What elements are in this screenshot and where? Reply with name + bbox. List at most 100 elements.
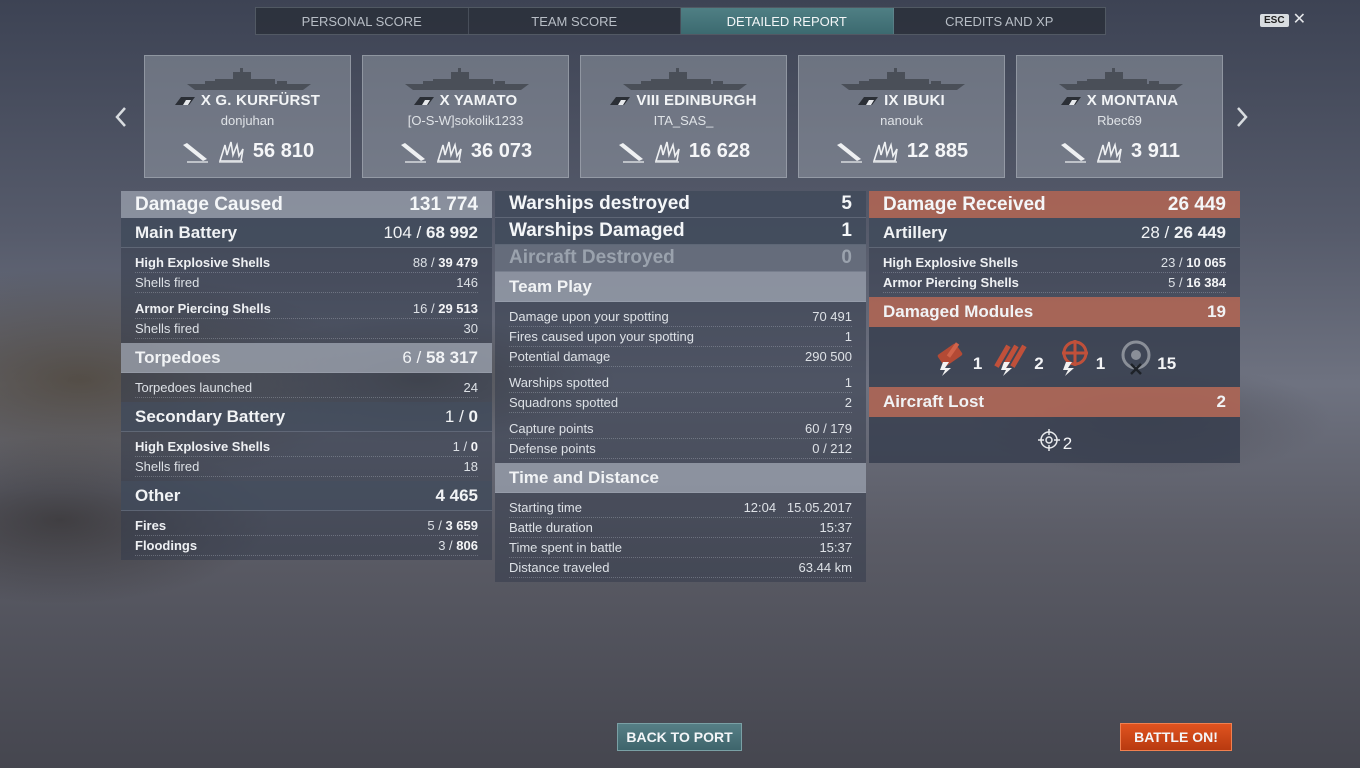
warships-damaged-header: Warships Damaged 1 — [495, 218, 866, 245]
ap-shells-row: Armor Piercing Shells 16 / 29 513 — [135, 299, 478, 319]
time-distance-row: Distance traveled 63.44 km — [509, 558, 852, 578]
gun-module-icon — [937, 342, 963, 376]
torpedoes-damage: 58 317 — [426, 347, 478, 367]
team-play-rows: Damage upon your spotting 70 491 Fires ca… — [495, 302, 866, 463]
he-shells-label: High Explosive Shells — [135, 255, 271, 270]
ship-name: IX IBUKI — [884, 92, 945, 109]
chevron-right-icon[interactable] — [1234, 105, 1250, 129]
player-name: [O-S-W]sokolik1233 — [407, 113, 524, 128]
team-play-value: 1 — [844, 375, 852, 390]
chevron-left-icon[interactable] — [113, 105, 129, 129]
card-score-row: 16 628 — [581, 140, 786, 163]
damaged-modules-total: 19 — [1207, 302, 1226, 321]
secondary-fired-label: Shells fired — [135, 459, 200, 474]
aircraft-destroyed-header: Aircraft Destroyed 0 — [495, 245, 866, 272]
team-play-value: 290 500 — [805, 349, 852, 364]
ship-name-row: IX IBUKI — [799, 92, 1004, 109]
received-he-row: High Explosive Shells 23 / 10 065 — [883, 253, 1226, 273]
close-icon: ✕ — [1292, 11, 1306, 28]
artillery-header: Artillery 28 / 26 449 — [869, 218, 1240, 248]
explosion-icon — [436, 141, 462, 163]
ship-name-row: X G. KURFÜRST — [145, 92, 350, 109]
team-play-title: Team Play — [509, 276, 592, 296]
floodings-row: Floodings 3 / 806 — [135, 536, 478, 556]
aircraft-lost-count: 2 — [1062, 434, 1073, 453]
ship-class-icon — [858, 96, 879, 105]
ship-name: X YAMATO — [439, 92, 518, 109]
back-to-port-button[interactable]: BACK TO PORT — [617, 723, 742, 751]
ship-silhouette-icon — [187, 68, 311, 90]
module-destroyed: 15 — [1117, 338, 1176, 376]
close-button[interactable]: ESC ✕ — [1260, 11, 1306, 28]
sinking-ship-icon — [182, 142, 208, 163]
card-damage-score: 56 810 — [252, 140, 315, 162]
module-torpedo-count: 2 — [1034, 354, 1044, 373]
torpedoes-launched-row: Torpedoes launched 24 — [135, 378, 478, 398]
tab-detailed-report[interactable]: DETAILED REPORT — [681, 8, 894, 34]
time-distance-rows: Starting time 12:04 15.05.2017 Battle dur… — [495, 493, 866, 582]
ship-name-row: X MONTANA — [1017, 92, 1222, 109]
ship-name: X MONTANA — [1086, 92, 1179, 109]
destroyed-ship-card[interactable]: VIII EDINBURGH ITA_SAS_ 16 628 — [580, 55, 787, 178]
received-he-label: High Explosive Shells — [883, 255, 1019, 270]
fires-damage: 3 659 — [445, 518, 478, 533]
card-damage-score: 12 885 — [906, 140, 969, 162]
ap-fired-value: 30 — [463, 321, 478, 336]
module-steering: 1 — [1056, 338, 1105, 376]
damaged-modules-label: Damaged Modules — [883, 302, 1034, 321]
warships-damaged-value: 1 — [841, 220, 852, 241]
received-he-damage: 10 065 — [1186, 255, 1226, 270]
card-damage-score: 3 911 — [1131, 140, 1180, 162]
aircraft-lost-label: Aircraft Lost — [883, 392, 985, 411]
tab-team-score[interactable]: TEAM SCORE — [469, 8, 681, 34]
team-play-row: Damage upon your spotting 70 491 — [509, 307, 852, 327]
torpedo-rows: Torpedoes launched 24 — [121, 373, 492, 402]
ap-fired-label: Shells fired — [135, 321, 200, 336]
he-fired-label: Shells fired — [135, 275, 200, 290]
sinking-ship-icon — [1061, 142, 1087, 163]
team-play-value: 1 — [844, 329, 852, 344]
card-damage-score: 16 628 — [688, 140, 751, 162]
battle-on-button[interactable]: BATTLE ON! — [1120, 723, 1232, 751]
destroyed-ship-card[interactable]: X G. KURFÜRST donjuhan 56 810 — [144, 55, 351, 178]
destroyed-ship-card[interactable]: X YAMATO [O-S-W]sokolik1233 36 073 — [362, 55, 569, 178]
explosion-icon — [654, 141, 680, 163]
explosion-icon — [218, 141, 244, 163]
secondary-hits: 1 / — [444, 406, 464, 426]
received-he-hits: 23 / — [1160, 255, 1183, 270]
time-distance-label: Starting time — [509, 500, 582, 515]
card-score-row: 3 911 — [1017, 140, 1222, 163]
main-battery-header: Main Battery 104 / 68 992 — [121, 218, 492, 248]
destroyed-ship-card[interactable]: X MONTANA Rbec69 3 911 — [1016, 55, 1223, 178]
he-hits: 88 / — [412, 255, 435, 270]
floodings-label: Floodings — [135, 538, 198, 553]
fires-label: Fires — [135, 518, 167, 533]
ship-class-icon — [610, 96, 631, 105]
esc-key-label: ESC — [1260, 13, 1289, 27]
secondary-he-label: High Explosive Shells — [135, 439, 271, 454]
artillery-rows: High Explosive Shells 23 / 10 065 Armor … — [869, 248, 1240, 297]
tab-credits-xp[interactable]: CREDITS AND XP — [894, 8, 1106, 34]
artillery-damage: 26 449 — [1174, 222, 1226, 242]
destroyed-ship-card[interactable]: IX IBUKI nanouk 12 885 — [798, 55, 1005, 178]
he-fired-row: Shells fired 146 — [135, 273, 478, 293]
aircraft-lost-list: 2 — [869, 417, 1240, 463]
damaged-modules-header: Damaged Modules 19 — [869, 297, 1240, 327]
ship-name: VIII EDINBURGH — [636, 92, 757, 109]
artillery-hits: 28 / — [1140, 222, 1170, 242]
ap-fired-row: Shells fired 30 — [135, 319, 478, 339]
ship-class-icon — [413, 96, 434, 105]
report-tabs: PERSONAL SCORE TEAM SCORE DETAILED REPOR… — [255, 7, 1106, 35]
tab-personal-score[interactable]: PERSONAL SCORE — [256, 8, 469, 34]
team-play-header: Team Play — [495, 272, 866, 302]
other-header: Other 4 465 — [121, 481, 492, 511]
torpedo-module-icon — [994, 344, 1027, 376]
ship-silhouette-icon — [841, 68, 965, 90]
sinking-ship-icon — [836, 142, 862, 163]
secondary-rows: High Explosive Shells 1 / 0 Shells fired… — [121, 432, 492, 481]
ship-name: X G. KURFÜRST — [200, 92, 321, 109]
secondary-he-damage: 0 — [470, 439, 478, 454]
time-distance-value: 12:04 15.05.2017 — [743, 500, 852, 515]
time-distance-label: Distance traveled — [509, 560, 610, 575]
damage-caused-panel: Damage Caused 131 774 Main Battery 104 /… — [121, 191, 492, 560]
